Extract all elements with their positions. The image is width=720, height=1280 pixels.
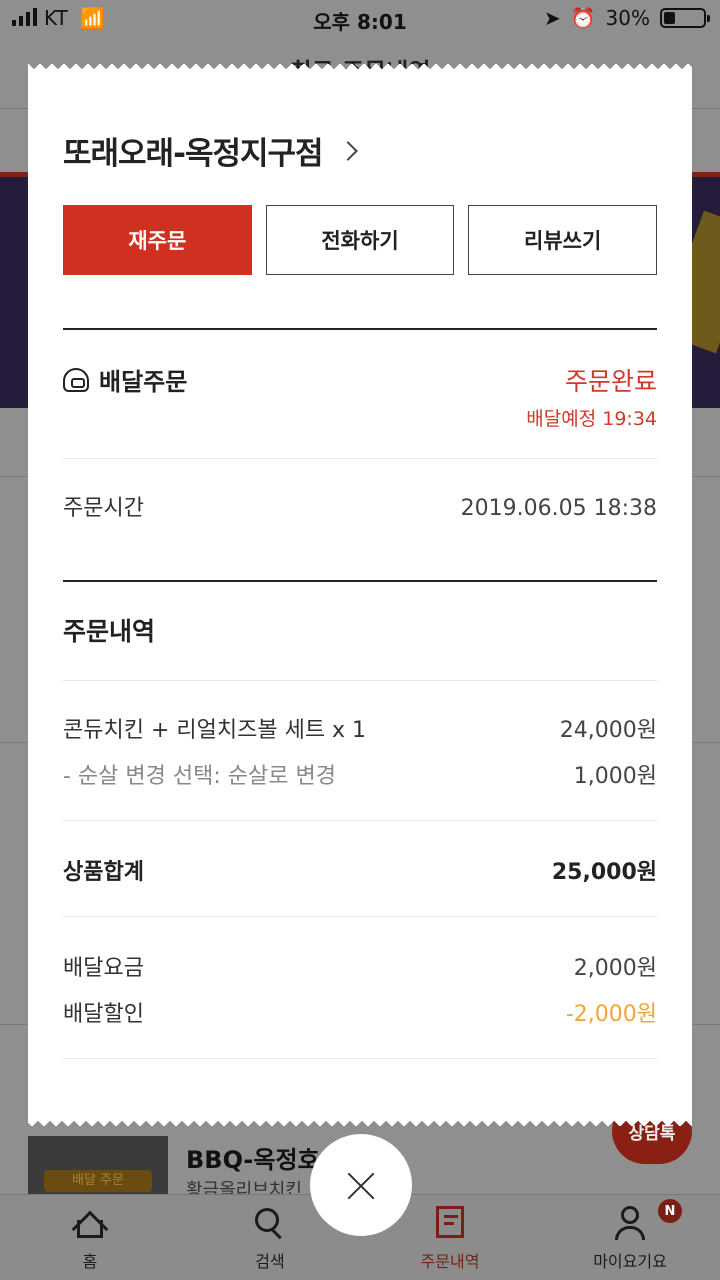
delivery-fee-value: 2,000원 <box>573 956 657 981</box>
search-icon <box>253 1206 287 1240</box>
alarm-icon: ⏰ <box>570 6 596 30</box>
battery-icon <box>660 8 710 28</box>
subtotal-row: 상품합계 25,000원 <box>63 854 657 886</box>
call-button[interactable]: 전화하기 <box>265 205 455 275</box>
store-name: 또래오래-옥정지구점 <box>63 136 324 172</box>
delivery-discount-value: -2,000원 <box>565 1002 657 1027</box>
order-option-price: 1,000원 <box>573 764 657 789</box>
order-time-row: 주문시간 2019.06.05 18:38 <box>63 490 657 522</box>
helmet-icon <box>63 367 89 392</box>
tab-label: 마이요기요 <box>593 1252 667 1271</box>
order-history-icon <box>433 1206 467 1240</box>
notification-badge: N <box>658 1199 682 1223</box>
order-option-name: - 순살 변경 선택: 순살로 변경 <box>63 764 336 789</box>
order-item-name: 콘듀치킨 + 리얼치즈볼 세트 x 1 <box>63 718 367 743</box>
divider <box>63 680 657 681</box>
delivery-eta: 배달예정 19:34 <box>526 408 657 430</box>
tab-label: 주문내역 <box>420 1252 480 1271</box>
reorder-button[interactable]: 재주문 <box>63 205 252 275</box>
store-link[interactable]: 또래오래-옥정지구점 <box>63 128 358 173</box>
delivery-discount-row: 배달할인 -2,000원 <box>63 996 657 1028</box>
receipt-bottom-edge <box>28 1116 692 1126</box>
thumbnail-tag: 배달 주문 <box>44 1170 152 1192</box>
location-icon: ➤ <box>543 6 561 30</box>
home-icon <box>71 1206 109 1248</box>
subtotal-label: 상품합계 <box>63 860 144 885</box>
delivery-type: 배달주문 <box>63 362 187 397</box>
order-item-price: 24,000원 <box>559 718 657 743</box>
order-time-label: 주문시간 <box>63 496 144 521</box>
divider <box>63 580 657 582</box>
my-page-icon <box>613 1206 647 1240</box>
subtotal-value: 25,000원 <box>551 860 657 885</box>
battery-percent: 30% <box>605 6 650 30</box>
divider <box>63 458 657 459</box>
tab-label: 홈 <box>82 1252 98 1271</box>
order-option-row: - 순살 변경 선택: 순살로 변경 1,000원 <box>63 758 657 790</box>
divider <box>63 1058 657 1059</box>
divider <box>63 328 657 330</box>
tab-home[interactable]: 홈 <box>0 1195 180 1280</box>
delivery-fee-row: 배달요금 2,000원 <box>63 950 657 982</box>
order-receipt-modal: 또래오래-옥정지구점 재주문 전화하기 리뷰쓰기 배달주문 주문완료 배달예정 … <box>28 64 692 1126</box>
close-button[interactable] <box>310 1134 412 1236</box>
divider <box>63 916 657 917</box>
delivery-fee-label: 배달요금 <box>63 956 144 981</box>
background-order-thumbnail: 배달 주문 <box>28 1136 168 1196</box>
order-status-text: 주문완료 <box>564 367 657 396</box>
order-details-title: 주문내역 <box>63 617 156 646</box>
order-time-value: 2019.06.05 18:38 <box>460 496 657 521</box>
receipt-top-edge <box>28 64 692 74</box>
order-item-row: 콘듀치킨 + 리얼치즈볼 세트 x 1 24,000원 <box>63 712 657 744</box>
divider <box>63 820 657 821</box>
tab-my-yogiyo[interactable]: N 마이요기요 <box>540 1195 720 1280</box>
status-right: ➤ ⏰ 30% <box>543 6 710 30</box>
tab-label: 검색 <box>255 1252 285 1271</box>
delivery-type-label: 배달주문 <box>99 368 188 396</box>
status-bar: KT 📶 오후 8:01 ➤ ⏰ 30% <box>0 0 720 36</box>
delivery-discount-label: 배달할인 <box>63 1002 144 1027</box>
review-button[interactable]: 리뷰쓰기 <box>468 205 658 275</box>
chevron-right-icon <box>337 140 358 161</box>
order-status: 주문완료 배달예정 19:34 <box>526 362 657 431</box>
